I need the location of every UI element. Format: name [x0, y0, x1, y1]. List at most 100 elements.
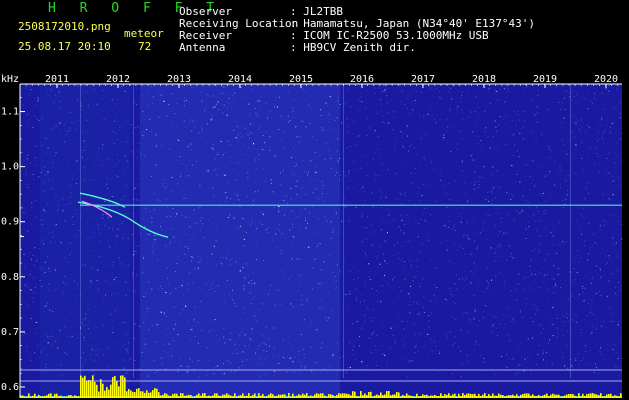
noise-dot	[597, 131, 599, 133]
noise-dot	[436, 246, 438, 248]
noise-dot	[503, 315, 505, 317]
noise-dot	[87, 328, 89, 330]
noise-dot	[576, 321, 578, 323]
noise-dot	[600, 229, 602, 231]
noise-dot	[512, 183, 514, 185]
noise-dot	[67, 165, 69, 166]
noise-dot	[543, 359, 544, 361]
noise-dot	[387, 232, 388, 234]
noise-dot	[247, 172, 249, 174]
noise-dot	[47, 342, 49, 344]
noise-dot	[256, 244, 257, 246]
noise-dot	[36, 260, 38, 262]
noise-dot	[472, 307, 474, 309]
noise-dot	[301, 205, 303, 207]
noise-dot	[144, 338, 146, 340]
noise-dot	[596, 152, 598, 154]
noise-dot	[70, 242, 71, 244]
noise-dot	[524, 176, 526, 178]
noise-dot	[291, 242, 293, 244]
noise-dot	[513, 357, 515, 359]
noise-dot	[533, 281, 535, 283]
noise-dot	[518, 212, 520, 214]
noise-dot	[85, 325, 87, 327]
noise-dot	[482, 206, 483, 208]
noise-dot	[524, 344, 526, 346]
level-bar	[38, 394, 40, 398]
noise-dot	[108, 202, 110, 204]
noise-dot	[340, 271, 342, 273]
noise-dot	[223, 104, 225, 106]
level-bar	[148, 392, 150, 398]
noise-dot	[449, 260, 451, 262]
noise-dot	[422, 307, 424, 308]
noise-dot	[534, 260, 536, 262]
noise-dot	[225, 94, 227, 96]
noise-dot	[324, 158, 326, 160]
noise-dot	[418, 313, 420, 315]
noise-dot	[387, 209, 389, 211]
noise-dot	[464, 270, 466, 272]
noise-dot	[543, 118, 545, 120]
noise-dot	[207, 283, 208, 284]
noise-dot	[361, 241, 363, 243]
noise-dot	[407, 214, 409, 216]
noise-dot	[618, 282, 620, 283]
noise-dot	[36, 332, 38, 334]
noise-dot	[300, 176, 302, 178]
noise-dot	[504, 324, 506, 326]
noise-dot	[128, 329, 129, 331]
noise-dot	[376, 113, 378, 115]
noise-dot	[158, 267, 160, 269]
noise-dot	[611, 123, 613, 124]
noise-dot	[464, 177, 466, 178]
noise-dot	[433, 89, 435, 91]
noise-dot	[27, 123, 29, 125]
noise-dot	[112, 131, 114, 132]
noise-dot	[339, 178, 341, 180]
noise-dot	[479, 355, 481, 356]
noise-dot	[346, 372, 348, 374]
noise-dot	[59, 107, 61, 109]
noise-dot	[235, 137, 237, 139]
noise-dot	[255, 319, 257, 321]
noise-dot	[531, 274, 533, 276]
noise-dot	[420, 138, 422, 140]
noise-dot	[419, 371, 420, 373]
noise-dot	[183, 159, 185, 161]
noise-dot	[602, 132, 604, 134]
noise-dot	[93, 350, 95, 352]
noise-dot	[367, 216, 368, 218]
noise-dot	[388, 222, 390, 223]
noise-dot	[125, 175, 127, 176]
noise-dot	[283, 147, 285, 149]
noise-dot	[369, 95, 371, 97]
noise-dot	[32, 127, 34, 129]
noise-dot	[615, 111, 617, 113]
level-bar	[200, 395, 202, 398]
noise-dot	[394, 117, 396, 119]
noise-dot	[45, 152, 47, 154]
noise-dot	[182, 85, 184, 87]
noise-dot	[616, 255, 618, 257]
noise-dot	[289, 356, 291, 358]
noise-dot	[137, 281, 139, 283]
noise-dot	[171, 110, 173, 112]
noise-dot	[315, 362, 317, 363]
noise-dot	[424, 184, 426, 186]
noise-dot	[299, 304, 301, 306]
noise-dot	[486, 280, 488, 282]
noise-dot	[488, 147, 490, 149]
noise-dot	[470, 111, 472, 113]
noise-dot	[166, 198, 168, 200]
noise-dot	[282, 131, 284, 133]
noise-dot	[552, 235, 554, 237]
noise-dot	[562, 320, 564, 322]
noise-dot	[582, 292, 584, 294]
noise-dot	[593, 294, 595, 296]
level-bar	[460, 396, 462, 398]
noise-dot	[30, 191, 32, 192]
x-tick-label: 2013	[167, 74, 191, 85]
noise-dot	[37, 97, 39, 99]
noise-dot	[582, 126, 584, 128]
